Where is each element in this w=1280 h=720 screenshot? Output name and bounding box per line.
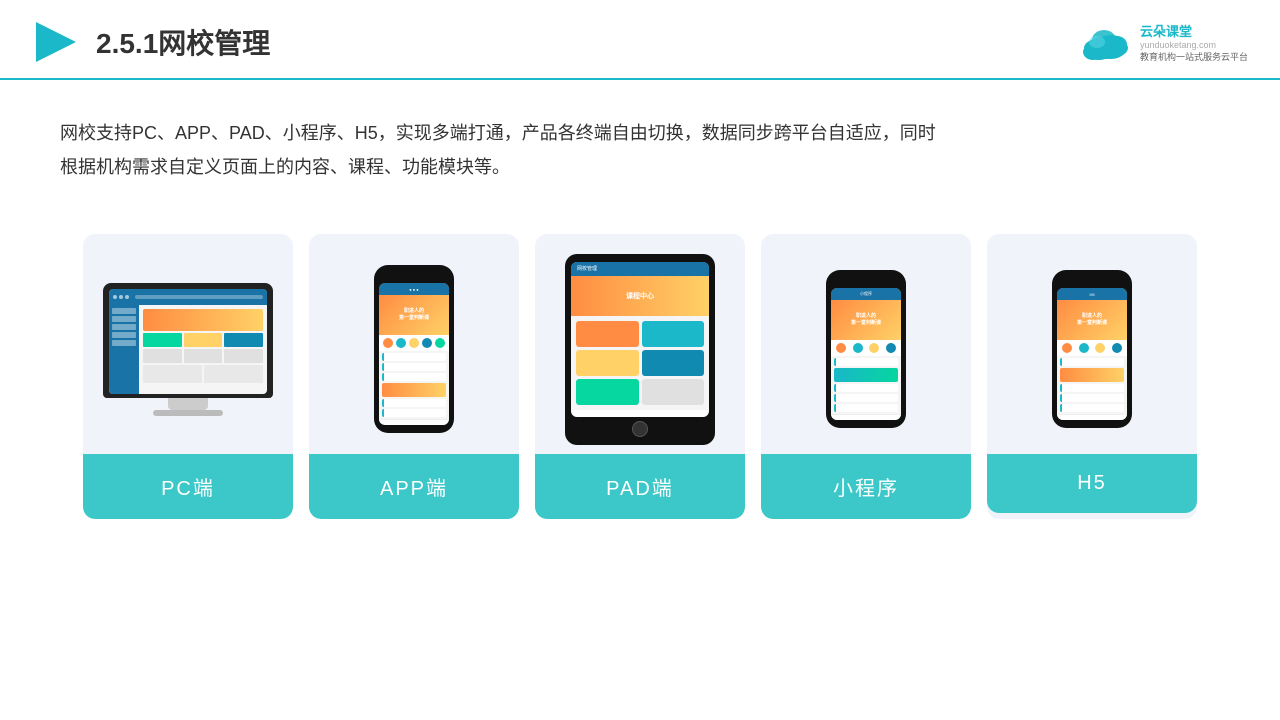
- pad-label: PAD端: [535, 454, 745, 519]
- platform-cards: PC端 ● ● ● 职进人的第一堂判断课: [0, 214, 1280, 519]
- app-card: ● ● ● 职进人的第一堂判断课: [309, 234, 519, 519]
- h5-label: H5: [987, 454, 1197, 513]
- logo-slogan: 教育机构一站式服务云平台: [1140, 50, 1248, 63]
- page-header: 2.5.1网校管理 云朵课堂 yunduoketang.com 教育机构一站式服…: [0, 0, 1280, 80]
- h5-card: H5 职进人的第一堂判断课: [987, 234, 1197, 519]
- miniprogram-image-area: 小程序 职进人的第一堂判断课: [761, 234, 971, 454]
- logo-text: 云朵课堂 yunduoketang.com 教育机构一站式服务云平台: [1140, 21, 1248, 63]
- logo-name: 云朵课堂: [1140, 21, 1248, 40]
- header-left: 2.5.1网校管理: [32, 18, 270, 66]
- app-label: APP端: [309, 454, 519, 519]
- h5-phone-mockup: H5 职进人的第一堂判断课: [1047, 270, 1137, 428]
- pad-tablet-mockup: 网校管理 课程中心: [570, 254, 710, 445]
- pc-card: PC端: [83, 234, 293, 519]
- page-title: 2.5.1网校管理: [96, 22, 270, 62]
- pc-mockup: [98, 283, 278, 416]
- pc-label: PC端: [83, 454, 293, 519]
- miniprogram-phone-mockup: 小程序 职进人的第一堂判断课: [821, 270, 911, 428]
- app-image-area: ● ● ● 职进人的第一堂判断课: [309, 234, 519, 454]
- pad-card: 网校管理 课程中心: [535, 234, 745, 519]
- app-phone-mockup: ● ● ● 职进人的第一堂判断课: [369, 265, 459, 433]
- pc-image-area: [83, 234, 293, 454]
- h5-image-area: H5 职进人的第一堂判断课: [987, 234, 1197, 454]
- description-content: 网校支持PC、APP、PAD、小程序、H5，实现多端打通，产品各终端自由切换，数…: [60, 123, 936, 177]
- pad-image-area: 网校管理 课程中心: [535, 234, 745, 454]
- miniprogram-card: 小程序 职进人的第一堂判断课: [761, 234, 971, 519]
- play-icon: [32, 18, 80, 66]
- logo-domain: yunduoketang.com: [1140, 40, 1248, 50]
- miniprogram-label: 小程序: [761, 454, 971, 519]
- cloud-logo-icon: [1079, 22, 1134, 62]
- description-text: 网校支持PC、APP、PAD、小程序、H5，实现多端打通，产品各终端自由切换，数…: [0, 80, 1000, 204]
- logo-area: 云朵课堂 yunduoketang.com 教育机构一站式服务云平台: [1079, 21, 1248, 63]
